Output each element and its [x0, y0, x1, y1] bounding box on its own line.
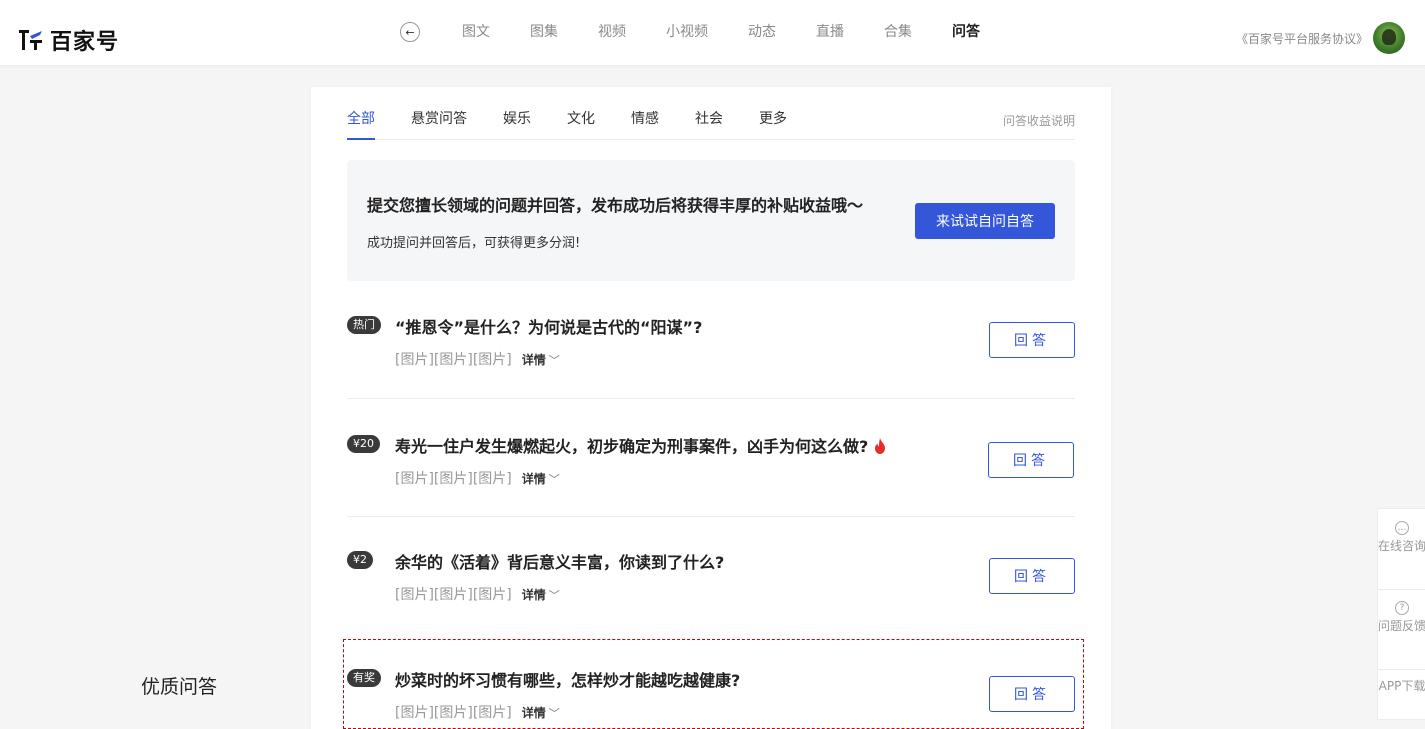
fire-icon: [875, 438, 886, 454]
content-type-nav: ← 图文 图集 视频 小视频 动态 直播 合集 问答: [400, 22, 1020, 42]
chevron-down-icon[interactable]: ﹀: [549, 589, 560, 602]
top-bar: 百家号 ← 图文 图集 视频 小视频 动态 直播 合集 问答 《百家号平台服务协…: [0, 0, 1425, 66]
user-avatar[interactable]: [1373, 22, 1405, 54]
chevron-down-icon[interactable]: ﹀: [549, 354, 560, 367]
hot-badge: 热门: [347, 316, 381, 334]
floating-help-panel: … 在线咨询 ? 问题反馈 APP下载: [1377, 508, 1425, 720]
nav-item-gallery[interactable]: 图集: [530, 22, 558, 42]
divider: [1378, 669, 1425, 670]
answer-button[interactable]: 回答: [988, 442, 1074, 478]
tab-emotion[interactable]: 情感: [631, 109, 659, 129]
answer-button[interactable]: 回答: [989, 558, 1075, 594]
app-download-button[interactable]: APP下载: [1378, 679, 1425, 694]
question-meta: [图片][图片][图片] 详情 ﹀: [395, 584, 560, 604]
question-title-text: 寿光一住户发生爆燃起火，初步确定为刑事案件，凶手为何这么做?: [395, 437, 869, 456]
nav-item-qa[interactable]: 问答: [952, 22, 980, 42]
section-label: 优质问答: [141, 676, 218, 698]
nav-item-article[interactable]: 图文: [462, 22, 490, 42]
service-agreement-link[interactable]: 《百家号平台服务协议》: [1236, 30, 1368, 47]
banner-title: 提交您擅长领域的问题并回答，发布成功后将获得丰厚的补贴收益哦～: [367, 196, 864, 215]
tab-entertainment[interactable]: 娱乐: [503, 109, 531, 129]
chevron-down-icon[interactable]: ﹀: [549, 473, 560, 486]
divider: [347, 398, 1075, 399]
highlight-box: [343, 639, 1084, 729]
question-meta: [图片][图片][图片] 详情 ﹀: [395, 468, 560, 488]
feedback-button[interactable]: ? 问题反馈: [1378, 601, 1425, 634]
question-images: [图片][图片][图片]: [395, 471, 512, 487]
qa-card: 全部 悬赏问答 娱乐 文化 情感 社会 更多 问答收益说明 提交您擅长领域的问题…: [311, 87, 1111, 729]
banner-subtitle: 成功提问并回答后，可获得更多分润!: [367, 236, 581, 251]
detail-toggle[interactable]: 详情: [522, 588, 546, 602]
bounty-badge: ¥2: [347, 551, 373, 569]
divider: [347, 516, 1075, 517]
tab-all[interactable]: 全部: [347, 109, 375, 140]
logo-icon: [18, 28, 44, 52]
question-images: [图片][图片][图片]: [395, 352, 512, 368]
chat-icon: …: [1395, 521, 1409, 535]
back-arrow-icon[interactable]: ←: [400, 22, 420, 42]
detail-toggle[interactable]: 详情: [522, 472, 546, 486]
answer-button[interactable]: 回答: [989, 322, 1075, 358]
nav-item-live[interactable]: 直播: [816, 22, 844, 42]
detail-toggle[interactable]: 详情: [522, 353, 546, 367]
earnings-info-link[interactable]: 问答收益说明: [1003, 112, 1075, 129]
baijiahao-logo[interactable]: 百家号: [18, 24, 119, 56]
category-tabs: 全部 悬赏问答 娱乐 文化 情感 社会 更多 问答收益说明: [347, 87, 1075, 140]
question-title[interactable]: “推恩令”是什么？为何说是古代的“阳谋”?: [395, 314, 702, 338]
question-icon: ?: [1395, 601, 1409, 615]
nav-item-collection[interactable]: 合集: [884, 22, 912, 42]
tab-bounty[interactable]: 悬赏问答: [411, 109, 467, 129]
tab-culture[interactable]: 文化: [567, 109, 595, 129]
bounty-badge: ¥20: [347, 435, 380, 453]
self-qa-banner: 提交您擅长领域的问题并回答，发布成功后将获得丰厚的补贴收益哦～ 成功提问并回答后…: [347, 160, 1075, 281]
float-label: 在线咨询: [1378, 539, 1425, 553]
nav-item-video[interactable]: 视频: [598, 22, 626, 42]
online-consult-button[interactable]: … 在线咨询: [1378, 521, 1425, 554]
logo-text: 百家号: [50, 30, 120, 55]
divider: [1378, 589, 1425, 590]
tab-more[interactable]: 更多: [759, 109, 787, 129]
question-title[interactable]: 寿光一住户发生爆燃起火，初步确定为刑事案件，凶手为何这么做?: [395, 433, 886, 457]
tab-society[interactable]: 社会: [695, 109, 723, 129]
question-meta: [图片][图片][图片] 详情 ﹀: [395, 349, 560, 369]
question-title[interactable]: 余华的《活着》背后意义丰富，你读到了什么?: [395, 549, 724, 573]
float-label: APP下载: [1378, 679, 1425, 693]
nav-item-short-video[interactable]: 小视频: [666, 22, 708, 42]
try-self-qa-button[interactable]: 来试试自问自答: [915, 203, 1055, 239]
question-images: [图片][图片][图片]: [395, 587, 512, 603]
nav-item-feed[interactable]: 动态: [748, 22, 776, 42]
float-label: 问题反馈: [1378, 619, 1425, 633]
